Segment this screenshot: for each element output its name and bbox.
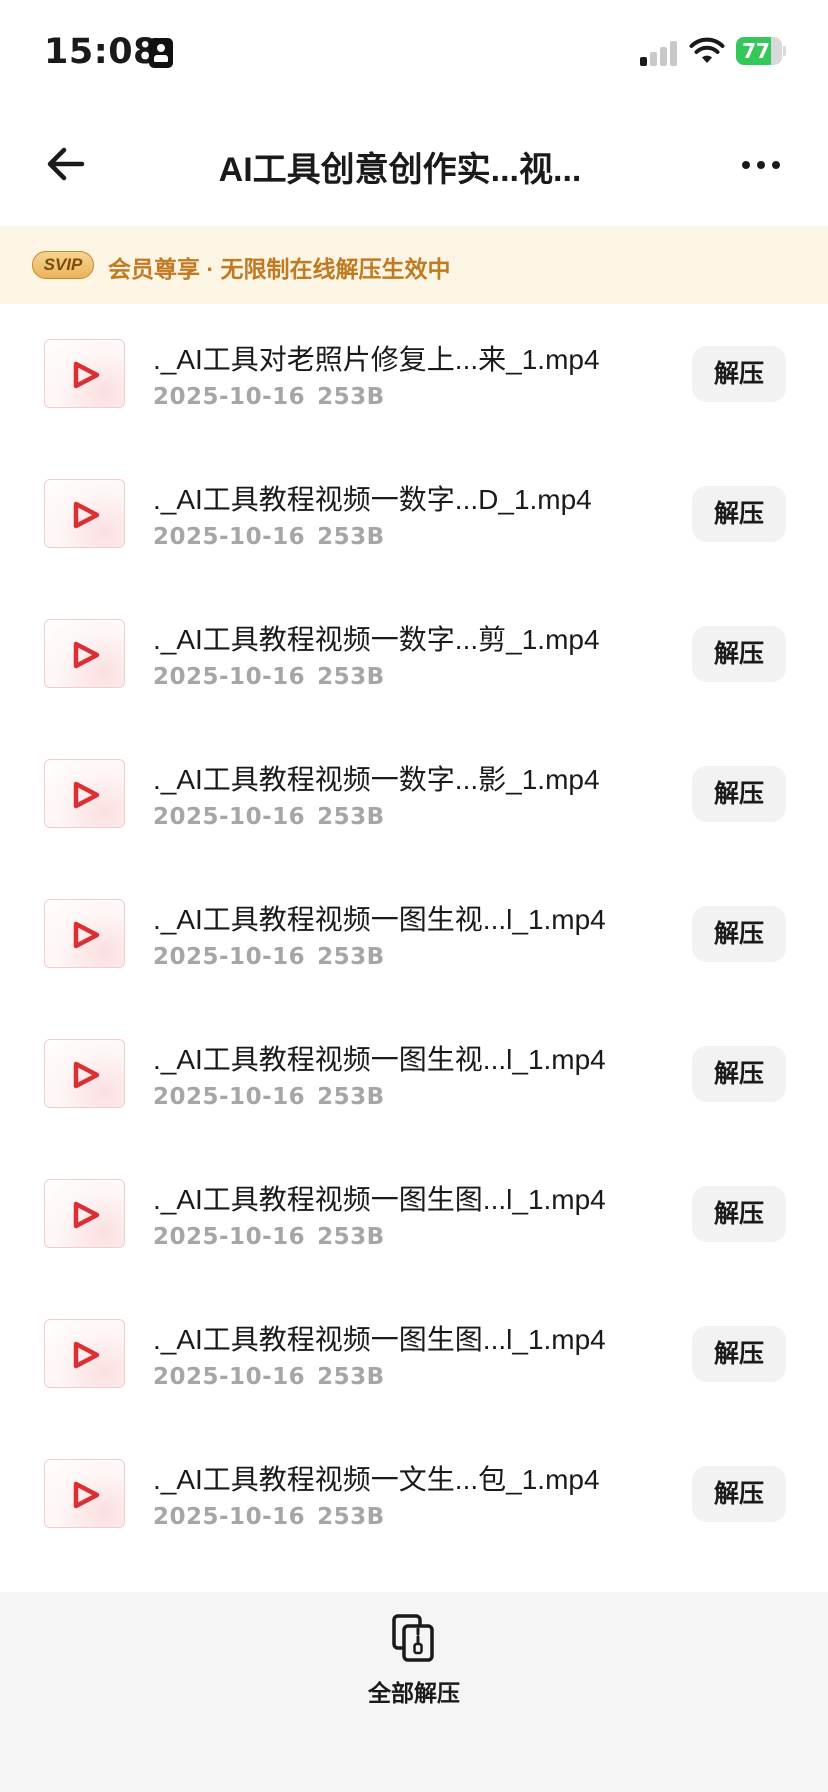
video-play-icon	[73, 1061, 100, 1089]
extract-all-label: 全部解压	[368, 1680, 460, 1706]
extract-button[interactable]: 解压	[692, 346, 786, 402]
file-list-item[interactable]: ._AI工具对老照片修复上...来_1.mp4 2025-10-16 253B 解…	[0, 304, 828, 444]
file-meta: 2025-10-16 253B	[153, 804, 385, 830]
video-play-icon	[73, 921, 100, 949]
video-file-thumbnail	[44, 1459, 125, 1528]
file-name: ._AI工具教程视频一数字...剪_1.mp4	[153, 624, 600, 655]
file-list-item[interactable]: ._AI工具教程视频一文生...包_1.mp4 2025-10-16 253B 解…	[0, 1424, 828, 1564]
file-name: ._AI工具教程视频一图生图...l_1.mp4	[153, 1184, 606, 1215]
file-name: ._AI工具教程视频一图生视...l_1.mp4	[153, 1044, 606, 1075]
archive-zip-icon	[392, 1614, 434, 1662]
file-date: 2025-10-16	[153, 1504, 306, 1530]
more-options-button[interactable]	[730, 144, 790, 184]
file-date: 2025-10-16	[153, 664, 306, 690]
back-button[interactable]	[40, 140, 94, 188]
extract-button[interactable]: 解压	[692, 766, 786, 822]
file-name: ._AI工具对老照片修复上...来_1.mp4	[153, 344, 600, 375]
file-meta: 2025-10-16 253B	[153, 1084, 385, 1110]
file-name: ._AI工具教程视频一数字...D_1.mp4	[153, 484, 592, 515]
status-bar: 15:08 77	[0, 0, 828, 100]
battery-percent: 77	[742, 39, 770, 63]
bottom-action-bar: 全部解压	[0, 1592, 828, 1792]
svip-banner-text: 会员尊享 · 无限制在线解压生效中	[108, 256, 451, 282]
file-size: 253B	[317, 1504, 385, 1530]
file-date: 2025-10-16	[153, 1224, 306, 1250]
extract-button[interactable]: 解压	[692, 1466, 786, 1522]
extract-button[interactable]: 解压	[692, 626, 786, 682]
page-title: AI工具创意创作实...视...	[218, 151, 582, 188]
file-date: 2025-10-16	[153, 944, 306, 970]
file-list-item[interactable]: ._AI工具教程视频一数字...影_1.mp4 2025-10-16 253B 解…	[0, 724, 828, 864]
extract-all-button[interactable]: 全部解压	[334, 1612, 494, 1722]
file-name: ._AI工具教程视频一数字...影_1.mp4	[153, 764, 600, 795]
file-date: 2025-10-16	[153, 1084, 306, 1110]
video-play-icon	[73, 1201, 100, 1229]
file-meta: 2025-10-16 253B	[153, 664, 385, 690]
file-size: 253B	[317, 944, 385, 970]
status-time: 15:08	[44, 32, 158, 72]
video-play-icon	[73, 781, 100, 809]
file-size: 253B	[317, 1084, 385, 1110]
file-name: ._AI工具教程视频一图生图...l_1.mp4	[153, 1324, 606, 1355]
file-list-item[interactable]: ._AI工具教程视频一图生图...l_1.mp4 2025-10-16 253B …	[0, 1144, 828, 1284]
file-size: 253B	[317, 524, 385, 550]
battery-icon: 77	[736, 37, 786, 65]
id-card-icon	[149, 38, 173, 68]
extract-button[interactable]: 解压	[692, 1186, 786, 1242]
video-play-icon	[73, 1481, 100, 1509]
file-meta: 2025-10-16 253B	[153, 1364, 385, 1390]
arrow-left-icon	[47, 147, 85, 181]
file-list-item[interactable]: ._AI工具教程视频一数字...剪_1.mp4 2025-10-16 253B 解…	[0, 584, 828, 724]
file-date: 2025-10-16	[153, 1364, 306, 1390]
video-file-thumbnail	[44, 759, 125, 828]
more-horizontal-icon	[742, 161, 750, 169]
file-size: 253B	[317, 664, 385, 690]
file-list-item[interactable]: ._AI工具教程视频一图生图...l_1.mp4 2025-10-16 253B …	[0, 1284, 828, 1424]
file-list-item[interactable]: ._AI工具教程视频一图生视...l_1.mp4 2025-10-16 253B …	[0, 1004, 828, 1144]
video-play-icon	[73, 1341, 100, 1369]
video-file-thumbnail	[44, 1319, 125, 1388]
file-list-item[interactable]: ._AI工具教程视频一图生视...l_1.mp4 2025-10-16 253B …	[0, 864, 828, 1004]
wifi-icon	[689, 37, 725, 63]
video-play-icon	[73, 641, 100, 669]
file-date: 2025-10-16	[153, 804, 306, 830]
video-file-thumbnail	[44, 479, 125, 548]
file-size: 253B	[317, 804, 385, 830]
file-size: 253B	[317, 384, 385, 410]
svip-badge: SVIP	[32, 251, 94, 279]
video-file-thumbnail	[44, 899, 125, 968]
file-name: ._AI工具教程视频一文生...包_1.mp4	[153, 1464, 600, 1495]
file-name: ._AI工具教程视频一图生视...l_1.mp4	[153, 904, 606, 935]
file-meta: 2025-10-16 253B	[153, 384, 385, 410]
file-list: ._AI工具对老照片修复上...来_1.mp4 2025-10-16 253B 解…	[0, 304, 828, 1564]
file-date: 2025-10-16	[153, 384, 306, 410]
video-file-thumbnail	[44, 1179, 125, 1248]
file-list-item[interactable]: ._AI工具教程视频一数字...D_1.mp4 2025-10-16 253B 解…	[0, 444, 828, 584]
file-size: 253B	[317, 1364, 385, 1390]
extract-button[interactable]: 解压	[692, 1046, 786, 1102]
file-meta: 2025-10-16 253B	[153, 1504, 385, 1530]
file-size: 253B	[317, 1224, 385, 1250]
extract-button[interactable]: 解压	[692, 906, 786, 962]
file-meta: 2025-10-16 253B	[153, 944, 385, 970]
cellular-signal-icon	[640, 40, 680, 66]
extract-button[interactable]: 解压	[692, 1326, 786, 1382]
video-play-icon	[73, 361, 100, 389]
video-play-icon	[73, 501, 100, 529]
video-file-thumbnail	[44, 619, 125, 688]
svip-banner: SVIP 会员尊享 · 无限制在线解压生效中	[0, 226, 828, 304]
file-meta: 2025-10-16 253B	[153, 524, 385, 550]
file-meta: 2025-10-16 253B	[153, 1224, 385, 1250]
navigation-bar: AI工具创意创作实...视...	[0, 100, 828, 226]
video-file-thumbnail	[44, 339, 125, 408]
extract-button[interactable]: 解压	[692, 486, 786, 542]
file-date: 2025-10-16	[153, 524, 306, 550]
video-file-thumbnail	[44, 1039, 125, 1108]
